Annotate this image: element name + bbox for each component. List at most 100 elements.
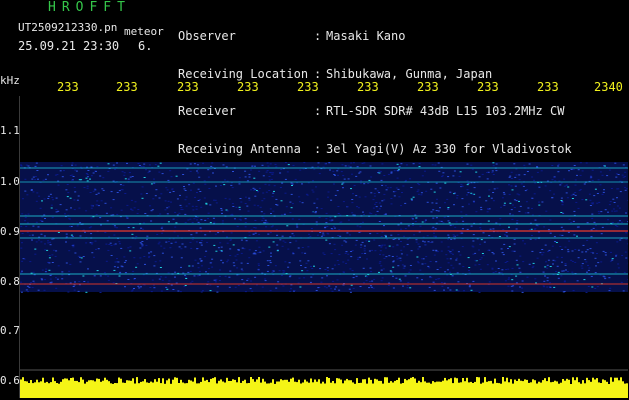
spectrogram-dot: [136, 263, 139, 265]
spectrogram-dot: [608, 277, 611, 279]
spectrogram-dot: [549, 219, 552, 221]
spectrogram-dot: [456, 234, 459, 236]
spectrogram-dot: [609, 287, 612, 289]
spectrogram-dot: [330, 288, 333, 290]
spectrogram-dot: [334, 194, 337, 196]
spectrogram-dot: [216, 286, 219, 288]
spectrogram-dot: [264, 280, 267, 282]
spectrogram-dot: [323, 234, 326, 236]
spectrogram-dot: [265, 191, 268, 193]
spectrogram-dot: [432, 249, 435, 251]
spectrogram-dot: [67, 192, 70, 194]
spectrogram-dot: [416, 183, 419, 185]
spectrogram-dot: [172, 191, 175, 192]
power-bar-segment: [242, 380, 244, 398]
spectrogram-dot: [332, 280, 335, 282]
power-bar-segment: [512, 383, 514, 398]
power-bar-segment: [250, 377, 252, 398]
power-bar-segment: [308, 382, 310, 398]
spectrogram-dot: [187, 219, 190, 221]
spectrogram-dot: [432, 281, 435, 283]
spectrogram-dot: [475, 171, 478, 173]
spectrogram-dot: [612, 208, 615, 210]
spectrogram-dot: [155, 189, 158, 191]
spectrogram-dot: [364, 252, 367, 254]
spectrogram-dot: [57, 184, 60, 186]
spectrogram-dot: [96, 166, 99, 168]
spectrogram-dot: [22, 198, 24, 200]
spectrogram-dot: [396, 177, 399, 179]
spectrogram-dot: [611, 259, 614, 261]
power-bar-segment: [226, 377, 228, 398]
spectrogram-dot: [447, 207, 450, 208]
power-bar-segment: [560, 382, 562, 398]
spectrogram-dot: [145, 244, 148, 246]
power-bar-segment: [170, 383, 172, 398]
spectrogram-dot: [447, 262, 450, 264]
power-bar-segment: [210, 378, 212, 398]
spectrogram-dot: [93, 275, 96, 277]
spectrogram-dot: [533, 193, 536, 195]
spectrogram-dot: [513, 238, 516, 240]
spectrogram-dot: [613, 202, 616, 203]
spectrogram-dot: [295, 225, 298, 226]
spectrogram-dot: [479, 259, 482, 260]
spectrogram-dot: [432, 217, 435, 219]
spectrogram-dot: [375, 206, 378, 208]
spectrogram-dot: [228, 286, 231, 288]
power-bar-segment: [364, 379, 366, 398]
power-bar-segment: [116, 383, 118, 398]
spectrogram-dot: [190, 247, 193, 249]
spectrogram-dot: [581, 170, 584, 172]
spectrogram-dot: [567, 251, 570, 253]
spectrogram-dot: [301, 247, 304, 248]
spectrogram-dot: [234, 255, 237, 257]
spectrogram-dot: [273, 185, 276, 187]
spectrogram-dot: [617, 263, 620, 265]
spectrogram-dot: [116, 162, 118, 164]
power-bar-segment: [488, 381, 490, 398]
power-bar-segment: [72, 377, 74, 398]
spectrogram-dot: [238, 206, 241, 208]
spectrogram-dot: [360, 244, 363, 246]
spectrogram-dot: [119, 184, 122, 186]
spectrogram-dot: [559, 184, 562, 186]
power-bar-segment: [456, 378, 458, 398]
spectrogram-dot: [560, 275, 563, 277]
spectrogram-dot: [614, 162, 617, 164]
spectrogram-dot: [278, 270, 281, 272]
spectrogram-dot: [365, 240, 368, 242]
spectrogram-dot: [170, 176, 173, 178]
spectrogram-dot: [413, 234, 416, 236]
spectrogram-dot: [622, 164, 625, 166]
spectrogram-dot: [380, 280, 383, 282]
spectrogram-dot: [447, 176, 450, 178]
spectrogram-dot: [141, 197, 144, 199]
spectrogram-dot: [23, 258, 26, 260]
power-bar-segment: [202, 377, 204, 398]
spectrogram-dot: [26, 285, 29, 287]
spectrogram-dot: [426, 235, 429, 237]
spectrogram-dot: [581, 251, 584, 253]
spectrogram-dot: [561, 270, 564, 272]
spectrogram-dot: [148, 164, 151, 166]
spectrogram-dot: [563, 291, 566, 292]
spectrogram-dot: [119, 271, 122, 273]
spectrogram-dot: [622, 290, 625, 292]
spectrogram-dot: [381, 163, 384, 165]
spectrogram-dot: [496, 187, 499, 189]
power-bar-segment: [78, 382, 80, 398]
spectrogram-dot: [262, 217, 265, 219]
spectrogram-dot: [257, 263, 260, 265]
spectrogram-dot: [127, 227, 130, 228]
spectrogram-dot: [457, 281, 460, 283]
spectrogram-dot: [420, 194, 423, 196]
spectrogram-dot: [515, 174, 518, 176]
spectrogram-dot: [546, 277, 549, 279]
spectrogram-dot: [331, 290, 334, 292]
spectrogram-dot: [72, 286, 75, 287]
spectrogram-dot: [311, 189, 314, 191]
power-bar-segment: [64, 378, 66, 398]
spectrogram-dot: [51, 262, 54, 263]
spectrogram-dot: [110, 191, 113, 193]
